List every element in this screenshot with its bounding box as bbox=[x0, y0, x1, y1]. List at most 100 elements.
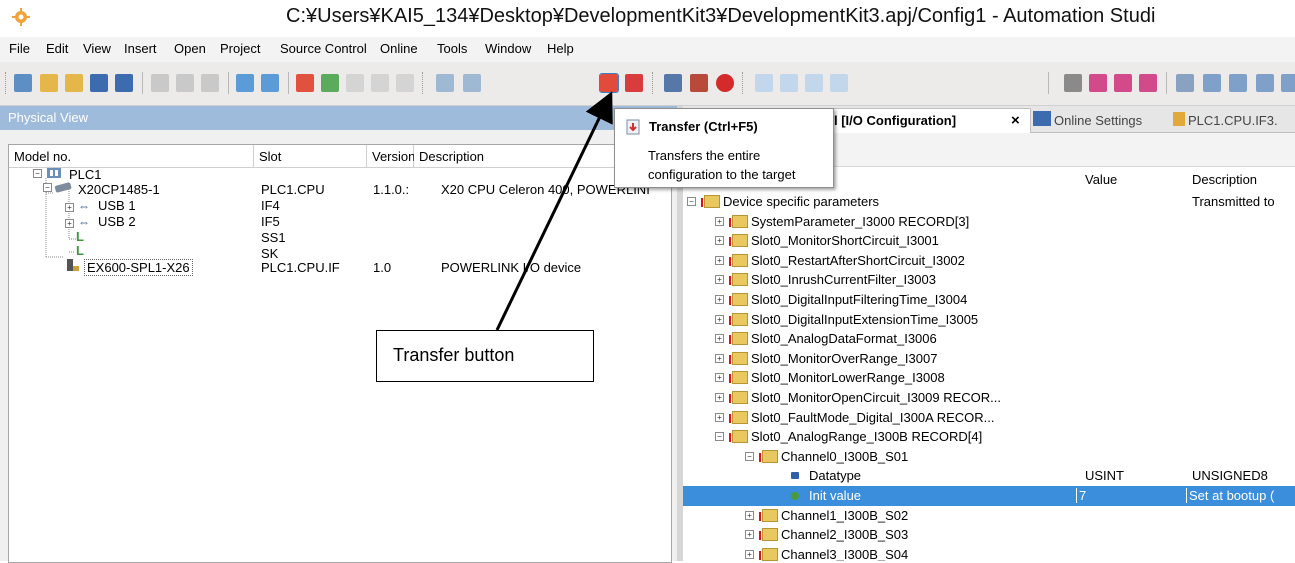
open-folder-icon[interactable] bbox=[40, 74, 58, 92]
column-slot[interactable]: Slot bbox=[254, 145, 367, 168]
window-icon[interactable] bbox=[830, 74, 848, 92]
config-row[interactable]: − Slot0_AnalogRange_I300B RECORD[4] bbox=[683, 427, 1295, 447]
delete-icon[interactable] bbox=[296, 74, 314, 92]
collapse-cpu-icon[interactable]: − bbox=[43, 183, 52, 192]
arrow-icon[interactable] bbox=[1229, 74, 1247, 92]
trace-icon[interactable] bbox=[1114, 74, 1132, 92]
expand-icon[interactable]: + bbox=[715, 255, 724, 265]
config-row[interactable]: + Slot0_DigitalInputFilteringTime_I3004 bbox=[683, 290, 1295, 310]
dropdown-icon[interactable] bbox=[1064, 74, 1082, 92]
stop-transfer-icon[interactable] bbox=[625, 74, 643, 92]
expand-icon[interactable]: + bbox=[715, 353, 724, 363]
toolbar-grip[interactable] bbox=[5, 72, 9, 94]
paste-icon[interactable] bbox=[201, 74, 219, 92]
watch-icon[interactable] bbox=[1089, 74, 1107, 92]
tree-item-cpu[interactable]: X20CP1485-1 bbox=[78, 182, 160, 197]
menu-online[interactable]: Online bbox=[380, 41, 418, 56]
redo-icon[interactable] bbox=[261, 74, 279, 92]
toolbar-grip[interactable] bbox=[742, 72, 746, 94]
config-row[interactable]: + Channel2_I300B_S03 bbox=[683, 525, 1295, 545]
menu-view[interactable]: View bbox=[83, 41, 111, 56]
cut-icon[interactable] bbox=[151, 74, 169, 92]
config-row[interactable]: − Channel0_I300B_S01 bbox=[683, 447, 1295, 467]
expand-usb1-icon[interactable]: + bbox=[65, 203, 74, 212]
menu-tools[interactable]: Tools bbox=[437, 41, 467, 56]
description-column-header[interactable]: Description bbox=[1192, 172, 1257, 187]
config-row[interactable]: + Slot0_MonitorOpenCircuit_I3009 RECOR... bbox=[683, 388, 1295, 408]
menu-project[interactable]: Project bbox=[220, 41, 260, 56]
tree-item-ex600[interactable]: EX600-SPL1-X26 bbox=[84, 259, 193, 276]
view-icon[interactable] bbox=[1176, 74, 1194, 92]
config-row[interactable]: + Slot0_MonitorOverRange_I3007 bbox=[683, 349, 1295, 369]
collapse-plc1-icon[interactable]: − bbox=[33, 169, 42, 178]
window-icon[interactable] bbox=[805, 74, 823, 92]
config-row[interactable]: + Slot0_InrushCurrentFilter_I3003 bbox=[683, 270, 1295, 290]
expand-icon[interactable]: + bbox=[715, 412, 724, 422]
config-row[interactable]: + Slot0_MonitorShortCircuit_I3001 bbox=[683, 231, 1295, 251]
menu-edit[interactable]: Edit bbox=[46, 41, 68, 56]
tab-plc-if3[interactable]: PLC1.CPU.IF3. bbox=[1173, 108, 1295, 132]
collapse-icon[interactable]: − bbox=[715, 432, 724, 442]
column-version[interactable]: Version bbox=[367, 145, 415, 168]
config-row[interactable]: − Device specific parameters Transmitted t… bbox=[683, 192, 1295, 212]
toolbar-grip[interactable] bbox=[422, 72, 426, 94]
collapse-icon[interactable]: − bbox=[745, 451, 754, 461]
tree-item-usb1[interactable]: USB 1 bbox=[98, 198, 136, 213]
expand-icon[interactable]: + bbox=[715, 314, 724, 324]
properties-icon[interactable] bbox=[346, 74, 364, 92]
config-row[interactable]: Datatype USINT UNSIGNED8 bbox=[683, 466, 1295, 486]
config-row[interactable]: + Slot0_RestartAfterShortCircuit_I3002 bbox=[683, 251, 1295, 271]
config-row-value[interactable]: USINT bbox=[1085, 468, 1124, 483]
save-all-icon[interactable] bbox=[115, 74, 133, 92]
expand-icon[interactable]: + bbox=[715, 216, 724, 226]
config-row[interactable]: + Slot0_FaultMode_Digital_I300A RECOR... bbox=[683, 408, 1295, 428]
copy-icon[interactable] bbox=[176, 74, 194, 92]
tab-close-icon[interactable]: × bbox=[1011, 112, 1020, 129]
settings-icon[interactable] bbox=[396, 74, 414, 92]
expand-icon[interactable]: + bbox=[715, 236, 724, 246]
sort-icon[interactable] bbox=[1203, 74, 1221, 92]
config-row[interactable]: + Slot0_DigitalInputExtensionTime_I3005 bbox=[683, 310, 1295, 330]
menu-open[interactable]: Open bbox=[174, 41, 206, 56]
arrow-icon[interactable] bbox=[1281, 74, 1295, 92]
menu-source-control[interactable]: Source Control bbox=[280, 41, 367, 56]
new-project-icon[interactable] bbox=[14, 74, 32, 92]
configuration-icon[interactable] bbox=[371, 74, 389, 92]
window-icon[interactable] bbox=[780, 74, 798, 92]
arrow-icon[interactable] bbox=[1256, 74, 1274, 92]
expand-usb2-icon[interactable]: + bbox=[65, 219, 74, 228]
expand-icon[interactable]: + bbox=[715, 295, 724, 304]
menu-file[interactable]: File bbox=[9, 41, 30, 56]
config-row[interactable]: + Channel1_I300B_S02 bbox=[683, 506, 1295, 526]
expand-icon[interactable]: + bbox=[715, 275, 724, 285]
open-file-icon[interactable] bbox=[65, 74, 83, 92]
expand-icon[interactable]: + bbox=[745, 510, 754, 520]
expand-icon[interactable]: + bbox=[715, 334, 724, 344]
refresh-icon[interactable] bbox=[321, 74, 339, 92]
tab-online-settings[interactable]: Online Settings bbox=[1033, 108, 1165, 132]
config-row[interactable]: Init value 7 Set at bootup ( bbox=[683, 486, 1295, 506]
expand-icon[interactable]: + bbox=[745, 549, 754, 559]
collapse-icon[interactable]: − bbox=[687, 197, 696, 206]
transfer-icon[interactable] bbox=[599, 73, 619, 93]
window-icon[interactable] bbox=[755, 74, 773, 92]
menu-window[interactable]: Window bbox=[485, 41, 531, 56]
build-icon[interactable] bbox=[436, 74, 454, 92]
tree-item-usb2[interactable]: USB 2 bbox=[98, 214, 136, 229]
value-column-header[interactable]: Value bbox=[1085, 172, 1117, 187]
rebuild-icon[interactable] bbox=[463, 74, 481, 92]
config-row[interactable]: + Slot0_MonitorLowerRange_I3008 bbox=[683, 368, 1295, 388]
config-row[interactable]: + SystemParameter_I3000 RECORD[3] bbox=[683, 212, 1295, 232]
tree-item-plc1[interactable]: PLC1 bbox=[69, 167, 102, 182]
power-icon[interactable] bbox=[716, 74, 734, 92]
menu-insert[interactable]: Insert bbox=[124, 41, 157, 56]
menu-help[interactable]: Help bbox=[547, 41, 574, 56]
expand-icon[interactable]: + bbox=[745, 530, 754, 540]
debug-icon[interactable] bbox=[1139, 74, 1157, 92]
expand-icon[interactable]: + bbox=[715, 373, 724, 383]
expand-icon[interactable]: + bbox=[715, 393, 724, 402]
config-row-value[interactable]: 7 bbox=[1076, 488, 1086, 503]
toolbar-grip[interactable] bbox=[652, 72, 656, 94]
online-icon[interactable] bbox=[690, 74, 708, 92]
save-icon[interactable] bbox=[90, 74, 108, 92]
